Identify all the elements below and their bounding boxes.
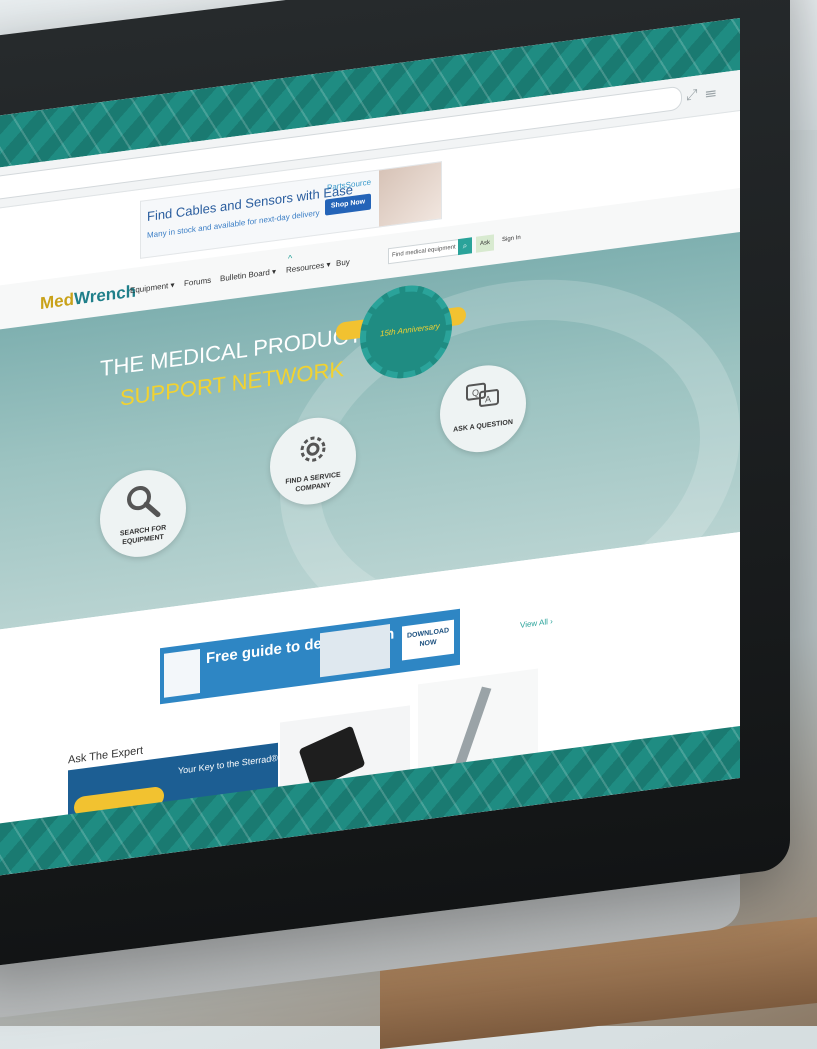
nav-resources[interactable]: Resources ▾	[286, 260, 330, 275]
qa-bubbles-icon: Q A	[466, 382, 499, 407]
expand-icon[interactable]: ⤢	[686, 84, 705, 103]
defibrillation-guide-banner[interactable]: Free guide to defibrillation DOWNLOAD NO…	[160, 608, 460, 705]
magnifier-icon	[127, 485, 161, 518]
sign-in-link[interactable]: Sign In	[502, 235, 521, 243]
action-label: FIND A SERVICE COMPANY	[285, 471, 341, 494]
ask-question-action[interactable]: Q A ASK A QUESTION	[440, 360, 526, 458]
anniversary-badge: 15th Anniversary	[360, 279, 452, 384]
find-service-company-action[interactable]: FIND A SERVICE COMPANY	[270, 412, 356, 510]
nav-equipment[interactable]: Equipment ▾	[130, 280, 174, 295]
download-now-button[interactable]: DOWNLOAD NOW	[402, 619, 454, 661]
collapse-caret-icon[interactable]: ^	[288, 253, 292, 264]
search-equipment-action[interactable]: SEARCH FOR EQUIPMENT	[100, 464, 186, 563]
guide-logo-icon	[164, 649, 200, 698]
menu-icon[interactable]: ☰	[706, 82, 725, 100]
tool-image	[454, 686, 492, 768]
gear-wrench-icon	[300, 436, 326, 462]
svg-text:A: A	[485, 394, 491, 405]
nav-bulletin-board[interactable]: Bulletin Board ▾	[220, 267, 276, 283]
guide-brochure-image	[320, 624, 390, 678]
screen: ⤢☰ Find Cables and Sensors with Ease Man…	[0, 17, 740, 879]
browser-icons: ⤢☰	[686, 82, 724, 104]
action-label: SEARCH FOR EQUIPMENT	[119, 524, 167, 547]
badge-text: 15th Anniversary	[380, 321, 440, 339]
search-input[interactable]: Find medical equipment	[388, 238, 459, 265]
action-label: ASK A QUESTION	[453, 418, 513, 434]
view-all-link[interactable]: View All ›	[520, 617, 553, 630]
nav-buy[interactable]: Buy	[336, 257, 350, 268]
ad-photo	[379, 162, 441, 227]
nav-forums[interactable]: Forums	[184, 276, 211, 289]
medwrench-logo[interactable]: MedWrench	[40, 281, 136, 314]
search-icon[interactable]: ⌕	[458, 237, 472, 256]
svg-text:Q: Q	[472, 387, 479, 398]
ask-button[interactable]: Ask	[476, 234, 494, 253]
